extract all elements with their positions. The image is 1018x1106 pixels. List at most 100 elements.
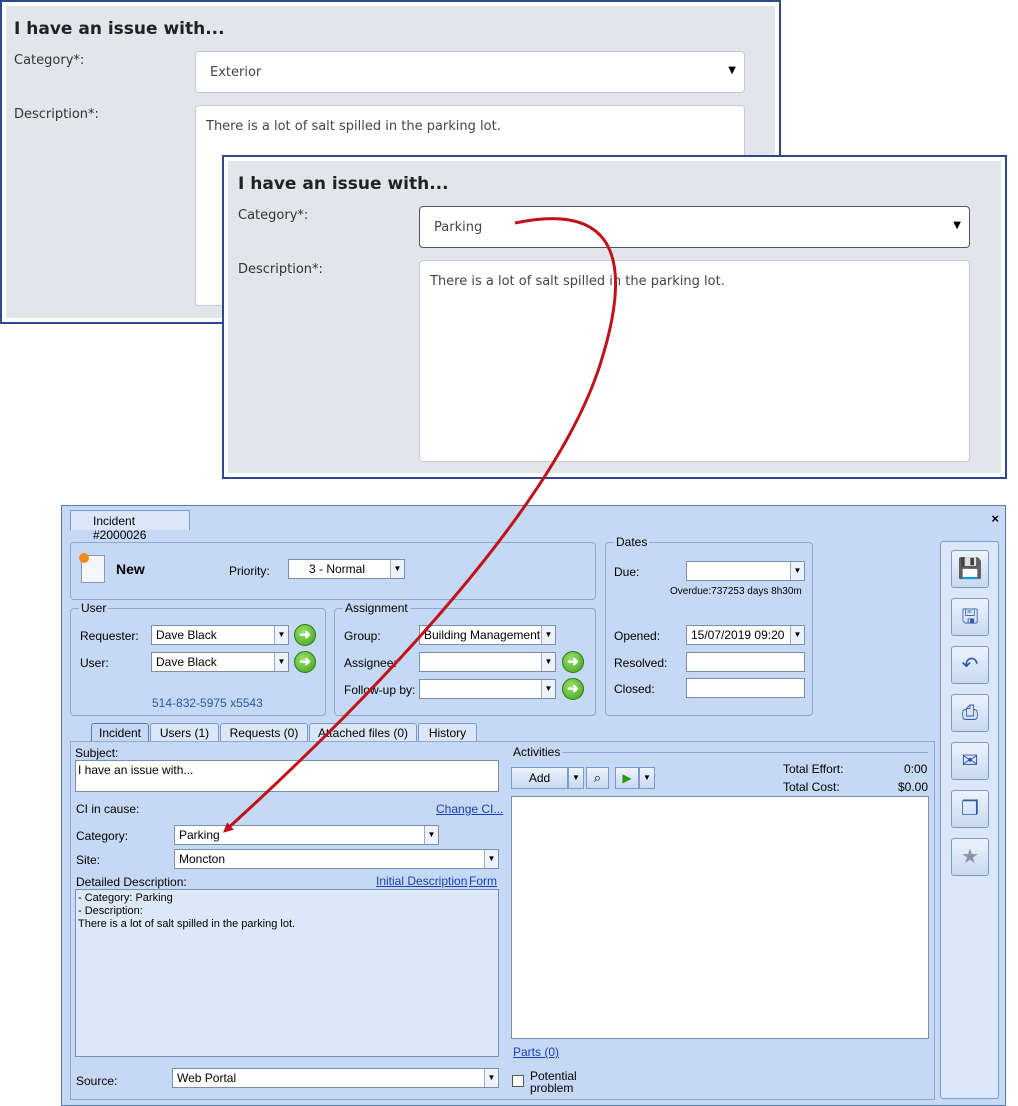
go-arrow-icon[interactable]: ➜ <box>562 651 584 673</box>
opened-label: Opened: <box>614 629 661 643</box>
dropdown-caret-icon: ▼ <box>953 220 961 231</box>
chevron-down-icon[interactable]: ▼ <box>790 562 804 580</box>
site-select[interactable]: Moncton ▼ <box>174 849 499 869</box>
chevron-down-icon[interactable]: ▼ <box>274 653 288 671</box>
user-group: User Requester: Dave Black ▼ ➜ User: Dav… <box>70 601 326 716</box>
subject-input[interactable]: I have an issue with... <box>75 760 499 792</box>
due-date-select[interactable]: ▼ <box>686 561 805 581</box>
category-select-value: Exterior <box>210 65 262 80</box>
user-label: User: <box>80 656 109 670</box>
priority-value: 3 - Normal <box>309 562 366 576</box>
print-icon[interactable]: ⎙ <box>951 694 989 732</box>
total-effort-value: 0:00 <box>904 762 928 776</box>
chevron-down-icon[interactable]: ▼ <box>541 680 555 698</box>
detailed-description-textarea[interactable]: - Category: Parking - Description: There… <box>75 889 499 1057</box>
opened-date-select[interactable]: 15/07/2019 09:20 ▼ <box>686 625 805 645</box>
potential-problem-checkbox[interactable] <box>512 1075 524 1087</box>
close-icon[interactable]: × <box>991 511 999 526</box>
search-icon[interactable]: ⌕ <box>586 767 609 789</box>
priority-select[interactable]: 3 - Normal ▼ <box>288 559 405 579</box>
status-box: New Priority: 3 - Normal ▼ <box>70 542 596 600</box>
requester-label: Requester: <box>80 629 139 643</box>
source-value: Web Portal <box>177 1071 237 1085</box>
user-value: Dave Black <box>156 655 217 669</box>
detail-line: There is a lot of salt spilled in the pa… <box>78 918 296 930</box>
due-label: Due: <box>614 565 640 579</box>
document-tab[interactable]: Incident #2000026 <box>70 510 190 542</box>
dropdown-caret-icon: ▼ <box>728 65 736 76</box>
chevron-down-icon[interactable]: ▼ <box>390 560 404 578</box>
assignment-group-title: Assignment <box>343 601 410 615</box>
assignee-select[interactable]: ▼ <box>419 652 556 672</box>
user-select[interactable]: Dave Black ▼ <box>151 652 289 672</box>
go-arrow-icon[interactable]: ➜ <box>294 651 316 673</box>
source-select[interactable]: Web Portal ▼ <box>172 1068 499 1088</box>
go-arrow-icon[interactable]: ➜ <box>294 624 316 646</box>
parts-link[interactable]: Parts (0) <box>513 1045 559 1059</box>
category-select[interactable]: Parking ▼ <box>174 825 439 845</box>
category-value: Parking <box>179 828 220 842</box>
status-label: New <box>116 561 145 577</box>
web-form-parking: I have an issue with... Category*: Parki… <box>222 155 1007 479</box>
chevron-down-icon[interactable]: ▼ <box>484 1069 498 1087</box>
total-cost-value: $0.00 <box>898 780 929 794</box>
description-text: There is a lot of salt spilled in the pa… <box>430 274 725 289</box>
chevron-down-icon[interactable]: ▼ <box>790 626 804 644</box>
tab-requests[interactable]: Requests (0) <box>220 723 308 742</box>
activities-divider <box>562 752 928 753</box>
initial-description-link[interactable]: Initial Description <box>376 874 467 888</box>
detail-line: - Category: Parking <box>78 892 173 904</box>
new-incident-icon <box>79 553 105 583</box>
potential-problem-label: problem <box>530 1081 574 1095</box>
form-title: I have an issue with... <box>238 174 449 194</box>
detailed-description-label: Detailed Description: <box>76 875 187 889</box>
undo-icon[interactable]: ↶ <box>951 646 989 684</box>
play-dropdown-button[interactable]: ▼ <box>639 767 655 789</box>
go-arrow-icon[interactable]: ➜ <box>562 678 584 700</box>
favorite-star-icon[interactable]: ★ <box>951 838 989 876</box>
category-label: Category: <box>76 829 129 843</box>
save-icon[interactable]: 💾 <box>951 550 989 588</box>
category-select[interactable]: Exterior ▼ <box>195 51 745 93</box>
overdue-text: Overdue:737253 days 8h30m <box>670 586 802 597</box>
incident-window: Incident #2000026 × New Priority: 3 - No… <box>61 505 1006 1106</box>
category-select-value: Parking <box>434 220 483 235</box>
copy-icon[interactable]: ❐ <box>951 790 989 828</box>
detail-line: - Description: <box>78 905 143 917</box>
play-icon[interactable]: ▶ <box>615 767 639 789</box>
subject-value: I have an issue with... <box>78 763 194 777</box>
followup-select[interactable]: ▼ <box>419 679 556 699</box>
followup-label: Follow-up by: <box>344 683 416 697</box>
form-link[interactable]: Form <box>469 874 497 888</box>
description-label: Description*: <box>238 262 323 277</box>
chevron-down-icon[interactable]: ▼ <box>424 826 438 844</box>
chevron-down-icon[interactable]: ▼ <box>541 653 555 671</box>
assignment-group: Assignment Group: Building Management ▼ … <box>334 601 596 716</box>
total-cost-label: Total Cost: <box>783 780 840 794</box>
add-dropdown-button[interactable]: ▼ <box>568 767 584 789</box>
closed-date-field[interactable] <box>686 678 805 698</box>
tab-users[interactable]: Users (1) <box>150 723 219 742</box>
add-activity-button[interactable]: Add <box>511 767 568 789</box>
site-label: Site: <box>76 853 101 867</box>
chevron-down-icon[interactable]: ▼ <box>541 626 555 644</box>
change-ci-link[interactable]: Change CI... <box>436 802 503 816</box>
tab-attached-files[interactable]: Attached files (0) <box>309 723 417 742</box>
form-title: I have an issue with... <box>14 19 225 39</box>
closed-label: Closed: <box>614 682 655 696</box>
save-and-close-icon[interactable]: 🖫 <box>951 598 989 636</box>
group-select[interactable]: Building Management ▼ <box>419 625 556 645</box>
email-icon[interactable]: ✉ <box>951 742 989 780</box>
chevron-down-icon[interactable]: ▼ <box>274 626 288 644</box>
activities-list[interactable] <box>511 796 929 1039</box>
phone-number: 514-832-5975 x5543 <box>152 696 263 710</box>
requester-select[interactable]: Dave Black ▼ <box>151 625 289 645</box>
resolved-date-field[interactable] <box>686 652 805 672</box>
category-select[interactable]: Parking ▼ <box>419 206 970 248</box>
tab-history[interactable]: History <box>418 723 477 742</box>
subject-label: Subject: <box>75 746 119 760</box>
chevron-down-icon[interactable]: ▼ <box>484 850 498 868</box>
description-textarea[interactable]: There is a lot of salt spilled in the pa… <box>419 260 970 462</box>
assignee-label: Assignee: <box>344 656 397 670</box>
tab-incident[interactable]: Incident <box>91 723 149 742</box>
